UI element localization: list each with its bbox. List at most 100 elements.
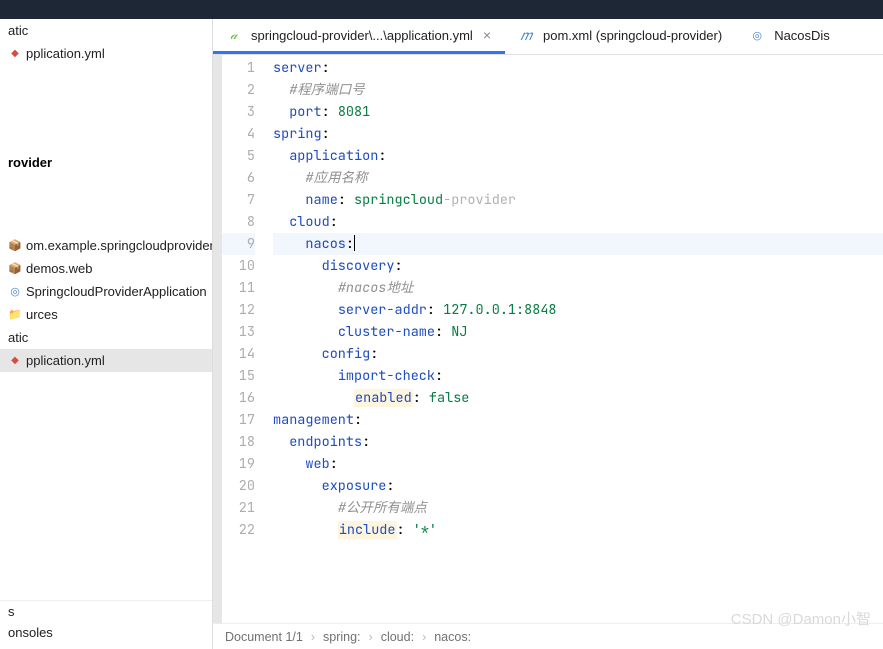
sidebar-spacer (0, 65, 212, 151)
code-line[interactable]: spring: (273, 123, 883, 145)
sidebar-item[interactable]: pplication.yml (0, 349, 212, 372)
code-line[interactable]: #公开所有端点 (273, 497, 883, 519)
code-token: '*' (413, 521, 437, 539)
code-line[interactable]: application: (273, 145, 883, 167)
code-token: : (322, 59, 330, 77)
code-token: : (354, 411, 362, 429)
code-line[interactable]: port: 8081 (273, 101, 883, 123)
sidebar-spacer (0, 174, 212, 234)
breadcrumb-doc: Document 1/1 (225, 630, 303, 644)
line-number[interactable]: 2 (222, 79, 255, 101)
breadcrumb-segment[interactable]: nacos: (434, 630, 471, 644)
line-number[interactable]: 10 (222, 255, 255, 277)
sidebar-item[interactable]: urces (0, 303, 212, 326)
code-line[interactable]: #应用名称 (273, 167, 883, 189)
code-token: 8081 (338, 103, 370, 121)
code-token (273, 345, 322, 363)
maven-icon (519, 28, 533, 42)
sidebar-module-heading[interactable]: rovider (0, 151, 212, 174)
tab-label: NacosDis (774, 28, 830, 43)
sidebar-item[interactable]: atic (0, 326, 212, 349)
sidebar-item[interactable]: pplication.yml (0, 42, 212, 65)
yml-icon (8, 354, 22, 368)
sidebar-item[interactable]: SpringcloudProviderApplication (0, 280, 212, 303)
code-line[interactable]: endpoints: (273, 431, 883, 453)
code-line[interactable]: discovery: (273, 255, 883, 277)
line-number[interactable]: 12 (222, 299, 255, 321)
line-number[interactable]: 19 (222, 453, 255, 475)
editor-tab[interactable]: NacosDis (736, 19, 844, 54)
code-token: application (289, 147, 378, 165)
tab-label: pom.xml (springcloud-provider) (543, 28, 722, 43)
sidebar-item[interactable]: om.example.springcloudprovider (0, 234, 212, 257)
editor-body: 12345678910111213141516171819202122 serv… (213, 55, 883, 623)
code-token: port (289, 103, 321, 121)
code-line[interactable]: exposure: (273, 475, 883, 497)
code-token: : (435, 323, 451, 341)
code-token: web (305, 455, 329, 473)
java-icon (8, 285, 22, 299)
line-number[interactable]: 8 (222, 211, 255, 233)
code-editor[interactable]: server: #程序端口号 port: 8081spring: applica… (267, 55, 883, 623)
code-line[interactable]: import-check: (273, 365, 883, 387)
code-token: false (429, 389, 470, 407)
code-token: enabled (354, 389, 413, 407)
gutter-scroll[interactable] (213, 55, 222, 623)
line-number[interactable]: 16 (222, 387, 255, 409)
code-line[interactable]: cloud: (273, 211, 883, 233)
sidebar-item[interactable]: demos.web (0, 257, 212, 280)
code-line[interactable]: cluster-name: NJ (273, 321, 883, 343)
chevron-right-icon: › (422, 630, 426, 644)
line-number[interactable]: 5 (222, 145, 255, 167)
close-icon[interactable]: × (483, 27, 491, 43)
code-line[interactable]: #程序端口号 (273, 79, 883, 101)
sidebar-bottom-item[interactable]: s (0, 601, 212, 622)
line-number[interactable]: 13 (222, 321, 255, 343)
code-line[interactable]: management: (273, 409, 883, 431)
sidebar-item[interactable]: atic (0, 19, 212, 42)
line-number[interactable]: 6 (222, 167, 255, 189)
breadcrumb-segment[interactable]: spring: (323, 630, 361, 644)
code-line[interactable]: #nacos地址 (273, 277, 883, 299)
breadcrumb-segment[interactable]: cloud: (381, 630, 414, 644)
code-token (273, 213, 289, 231)
code-token: : (322, 103, 338, 121)
line-number[interactable]: 4 (222, 123, 255, 145)
code-line[interactable]: nacos: (273, 233, 883, 255)
line-number[interactable]: 22 (222, 519, 255, 541)
sidebar-item-label: urces (26, 307, 58, 322)
line-number[interactable]: 17 (222, 409, 255, 431)
code-line[interactable]: enabled: false (273, 387, 883, 409)
chevron-right-icon: › (311, 630, 315, 644)
pkg-icon (8, 239, 22, 253)
pkg-icon (8, 262, 22, 276)
code-token: nacos (305, 235, 346, 253)
chevron-right-icon: › (369, 630, 373, 644)
line-number[interactable]: 14 (222, 343, 255, 365)
line-number[interactable]: 21 (222, 497, 255, 519)
sidebar-bottom-item[interactable]: onsoles (0, 622, 212, 643)
folder-icon (8, 308, 22, 322)
code-line[interactable]: name: springcloud-provider (273, 189, 883, 211)
line-number[interactable]: 15 (222, 365, 255, 387)
code-line[interactable]: include: '*' (273, 519, 883, 541)
editor-tab[interactable]: pom.xml (springcloud-provider) (505, 19, 736, 54)
code-token: #程序端口号 (289, 81, 365, 99)
line-number[interactable]: 11 (222, 277, 255, 299)
line-number[interactable]: 18 (222, 431, 255, 453)
sidebar-upper: aticpplication.yml rovider om.example.sp… (0, 19, 212, 600)
editor-tab[interactable]: springcloud-provider\...\application.yml… (213, 19, 505, 54)
line-number[interactable]: 1 (222, 57, 255, 79)
code-line[interactable]: web: (273, 453, 883, 475)
code-token: : (330, 213, 338, 231)
line-number[interactable]: 3 (222, 101, 255, 123)
line-number[interactable]: 9 (222, 233, 255, 255)
code-line[interactable]: server: (273, 57, 883, 79)
line-number[interactable]: 7 (222, 189, 255, 211)
code-line[interactable]: config: (273, 343, 883, 365)
code-line[interactable]: server-addr: 127.0.0.1:8848 (273, 299, 883, 321)
sidebar-item-label: atic (8, 23, 28, 38)
code-token: server (273, 59, 322, 77)
line-number[interactable]: 20 (222, 475, 255, 497)
sidebar-item-label: pplication.yml (26, 46, 105, 61)
